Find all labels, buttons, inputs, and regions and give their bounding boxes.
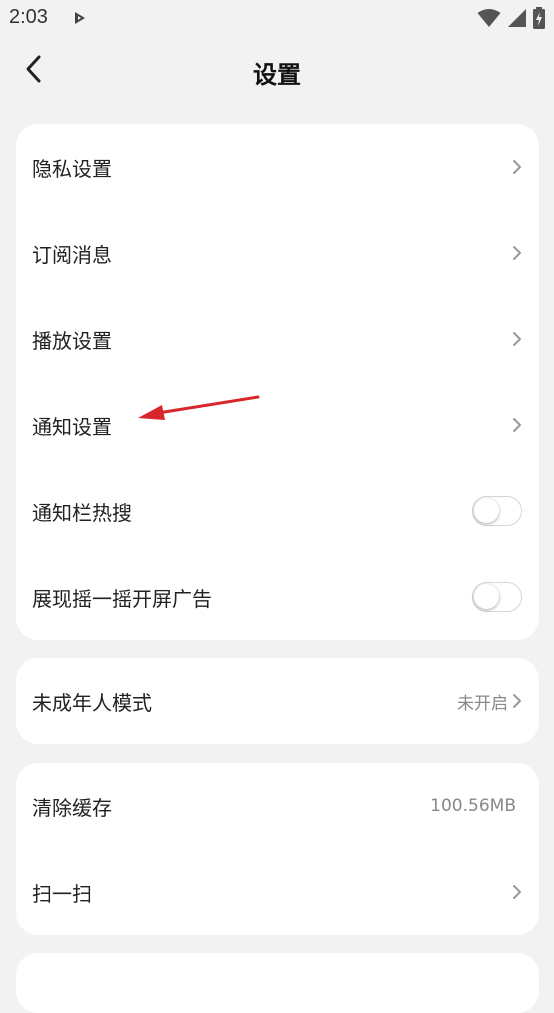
play-store-icon [72, 10, 88, 30]
wifi-icon [477, 8, 501, 32]
notification-settings-row[interactable]: 通知设置 [16, 382, 539, 468]
settings-group-tools: 清除缓存 100.56MB 扫一扫 [16, 763, 539, 935]
privacy-settings-label: 隐私设置 [32, 156, 112, 181]
minor-mode-label: 未成年人模式 [32, 690, 152, 715]
page-title: 设置 [253, 61, 301, 89]
scan-label: 扫一扫 [32, 881, 92, 906]
status-time: 2:03 [9, 6, 48, 28]
toggle-knob [474, 498, 499, 523]
notification-hot-search-label: 通知栏热搜 [32, 500, 132, 525]
status-icons [477, 7, 545, 33]
chevron-right-icon [512, 245, 522, 261]
minor-mode-row[interactable]: 未成年人模式 未开启 [16, 658, 539, 744]
toggle-knob [474, 584, 499, 609]
shake-ad-toggle[interactable] [472, 582, 522, 612]
notification-hot-search-toggle[interactable] [472, 496, 522, 526]
cell-signal-icon [507, 8, 527, 32]
shake-ad-row: 展现摇一摇开屏广告 [16, 554, 539, 640]
settings-group-more [16, 953, 539, 1013]
minor-mode-status: 未开启 [457, 693, 508, 714]
cache-size-value: 100.56MB [430, 796, 516, 816]
chevron-right-icon [512, 417, 522, 433]
chevron-right-icon [512, 884, 522, 900]
shake-ad-label: 展现摇一摇开屏广告 [32, 586, 212, 611]
battery-charging-icon [533, 7, 545, 33]
subscription-messages-label: 订阅消息 [32, 242, 112, 267]
status-bar: 2:03 [0, 0, 554, 38]
chevron-right-icon [512, 693, 522, 709]
playback-settings-row[interactable]: 播放设置 [16, 296, 539, 382]
nav-bar: 设置 [0, 38, 554, 104]
chevron-right-icon [512, 159, 522, 175]
clear-cache-row[interactable]: 清除缓存 100.56MB [16, 763, 539, 849]
settings-group-minor: 未成年人模式 未开启 [16, 658, 539, 744]
privacy-settings-row[interactable]: 隐私设置 [16, 124, 539, 210]
notification-hot-search-row: 通知栏热搜 [16, 468, 539, 554]
chevron-right-icon [512, 331, 522, 347]
playback-settings-label: 播放设置 [32, 328, 112, 353]
settings-group-main: 隐私设置 订阅消息 播放设置 通知设置 通知栏热搜 展现摇一摇开屏广告 [16, 124, 539, 640]
clear-cache-label: 清除缓存 [32, 795, 112, 820]
notification-settings-label: 通知设置 [32, 414, 112, 439]
scan-row[interactable]: 扫一扫 [16, 849, 539, 935]
subscription-messages-row[interactable]: 订阅消息 [16, 210, 539, 296]
